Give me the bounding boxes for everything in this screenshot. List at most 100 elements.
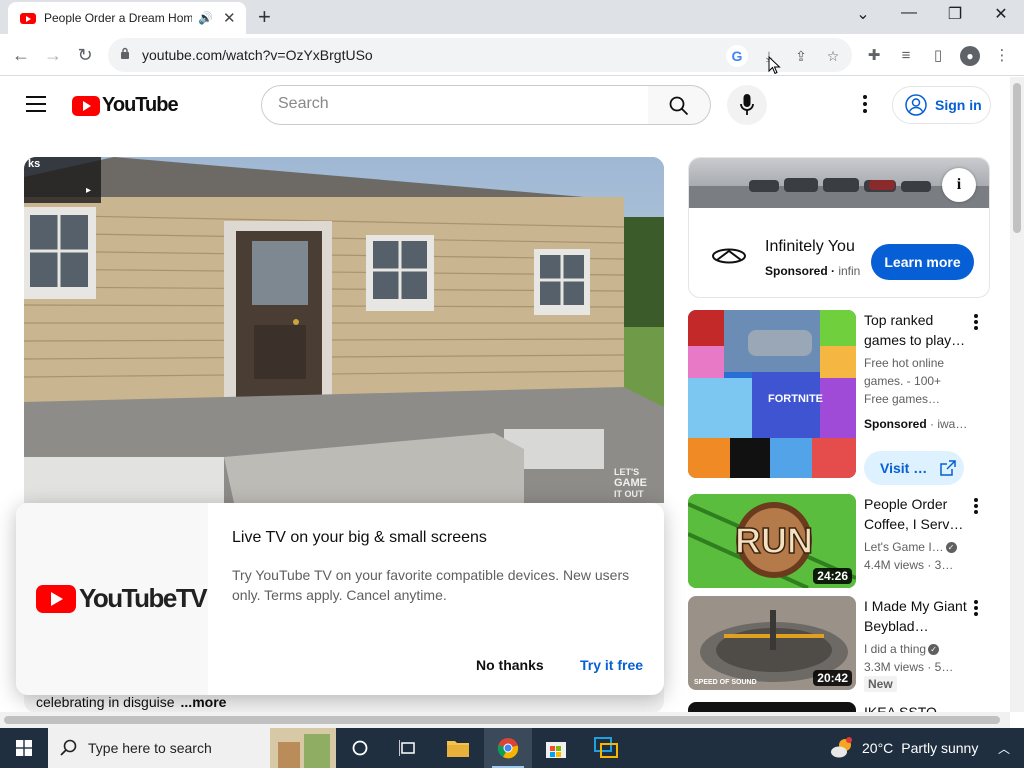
browser-tab[interactable]: People Order a Dream Home 🔊 ✕ [8, 2, 246, 34]
youtube-tv-wordmark: YouTubeTV [79, 583, 208, 613]
profile-avatar-icon[interactable]: ● [960, 46, 980, 66]
restore-button[interactable]: ❐ [935, 4, 975, 24]
sign-in-label: Sign in [935, 97, 982, 113]
learn-more-button[interactable]: Learn more [871, 244, 974, 280]
browser-title-bar: People Order a Dream Home 🔊 ✕ + ⌄ — ❐ ✕ [0, 0, 1024, 34]
tab-search-icon[interactable]: ⌄ [843, 4, 883, 24]
show-hidden-icons-icon[interactable]: ︿ [998, 740, 1010, 757]
horizontal-scrollbar[interactable] [0, 712, 1010, 728]
weather-widget[interactable]: 20°C Partly sunny [830, 728, 978, 768]
bookmark-star-icon[interactable]: ☆ [822, 45, 844, 67]
video-1-channel[interactable]: Let's Game I… [864, 540, 944, 554]
google-translate-icon[interactable]: G [726, 45, 748, 67]
youtube-play-logo-icon [72, 95, 100, 116]
game-ad-title[interactable]: Top ranked games to play… [864, 310, 972, 350]
game-ad-sponsored-label: Sponsored [864, 417, 927, 431]
video-3-title[interactable]: IKEA SSTO [864, 702, 972, 712]
side-panel-icon[interactable]: ▯ [928, 46, 948, 66]
search-input[interactable] [278, 95, 628, 113]
partly-sunny-icon [831, 737, 852, 758]
no-thanks-button[interactable]: No thanks [476, 657, 544, 673]
voice-search-button[interactable] [727, 85, 767, 125]
game-ad-more-icon[interactable] [974, 314, 978, 332]
ad-title[interactable]: Infinitely You [765, 238, 861, 256]
video-1-more-icon[interactable] [974, 498, 978, 516]
svg-text:▸: ▸ [86, 185, 91, 196]
try-it-free-button[interactable]: Try it free [580, 657, 643, 673]
store-bag-icon [546, 742, 566, 758]
chrome-taskbar-button[interactable] [484, 728, 532, 768]
show-more-link[interactable]: ...more [181, 694, 227, 710]
video-2-stats: 3.3M views · 5… [864, 660, 954, 674]
new-badge: New [864, 676, 897, 692]
ad-sponsored-label: Sponsored [765, 264, 828, 278]
youtube-wordmark: YouTube [102, 94, 179, 116]
extensions-puzzle-icon[interactable]: ✚ [864, 46, 884, 66]
address-bar[interactable]: youtube.com/watch?v=OzYxBrgtUSo G ⤓ ⇪ ☆ [108, 38, 852, 72]
file-explorer-button[interactable] [434, 728, 482, 768]
mouse-cursor-icon [768, 56, 781, 75]
reload-button[interactable]: ↻ [72, 42, 98, 68]
svg-text:FORTNITE: FORTNITE [768, 393, 823, 405]
remote-desktop-button[interactable] [582, 728, 630, 768]
video-2-more-icon[interactable] [974, 600, 978, 618]
close-tab-icon[interactable]: ✕ [223, 9, 236, 27]
video-1-thumbnail[interactable]: RUN 24:26 [688, 494, 856, 588]
hamburger-menu-icon[interactable] [26, 96, 46, 112]
windows-taskbar: Type here to search 20°C Partly sunny ︿ [0, 728, 1024, 768]
recommended-video-1[interactable]: RUN 24:26 People Order Coffee, I Serv… L… [688, 494, 990, 588]
game-ad-thumbnail[interactable]: FORTNITE [688, 310, 856, 478]
microsoft-store-button[interactable] [532, 728, 580, 768]
verified-badge-icon: ✓ [945, 542, 957, 554]
start-button[interactable] [0, 728, 48, 768]
weather-condition: Partly sunny [901, 740, 979, 756]
recommended-video-2[interactable]: SPEED OF SOUND 20:42 I Made My Giant Bey… [688, 596, 990, 692]
watermark-line-1: LET'S [614, 467, 639, 477]
taskbar-search-box[interactable]: Type here to search [48, 728, 336, 768]
settings-more-icon[interactable] [862, 95, 868, 115]
back-button[interactable]: ← [8, 42, 34, 68]
ad-advertiser: infin [838, 264, 861, 278]
video-1-title[interactable]: People Order Coffee, I Serv… [864, 494, 972, 534]
account-circle-icon [905, 94, 927, 116]
new-tab-button[interactable]: + [258, 4, 271, 30]
cortana-button[interactable] [336, 728, 384, 768]
video-2-thumbnail[interactable]: SPEED OF SOUND 20:42 [688, 596, 856, 690]
video-2-thumbnail-caption: SPEED OF SOUND [694, 679, 757, 686]
video-2-title[interactable]: I Made My Giant Beyblad… [864, 596, 972, 636]
media-control-icon[interactable]: ≡ [896, 46, 916, 66]
game-ad-advertiser: iwa… [937, 417, 968, 431]
sign-in-button[interactable]: Sign in [892, 86, 991, 124]
sponsored-game-ad[interactable]: FORTNITE Top ranked games to play… Free … [688, 310, 990, 490]
vertical-scrollbar-thumb[interactable] [1013, 83, 1021, 233]
video-3-thumbnail[interactable] [688, 702, 856, 712]
video-1-stats: 4.4M views · 3… [864, 558, 954, 572]
task-view-button[interactable] [384, 728, 432, 768]
video-1-duration: 24:26 [813, 568, 852, 584]
sponsored-ad-card[interactable]: i Infinitely You Sponsored · infin Learn… [688, 157, 990, 298]
video-player[interactable]: ks ▸ LET'S GAME IT OUT [24, 157, 664, 503]
tab-title: People Order a Dream Home [44, 11, 192, 25]
url-text[interactable]: youtube.com/watch?v=OzYxBrgtUSo [142, 47, 373, 63]
game-ad-description: Free hot online games. - 100+ Free games… [864, 356, 945, 406]
taskbar-search-icon [60, 739, 77, 756]
taskbar-search-placeholder[interactable]: Type here to search [88, 740, 212, 756]
browser-menu-icon[interactable]: ⋮ [992, 46, 1012, 66]
windows-logo-icon [16, 740, 32, 756]
horizontal-scrollbar-thumb[interactable] [4, 716, 1000, 724]
vertical-scrollbar[interactable] [1010, 77, 1024, 712]
ad-info-icon[interactable]: i [942, 168, 976, 202]
search-box[interactable] [261, 85, 649, 125]
search-button[interactable] [648, 85, 711, 125]
forward-button[interactable]: → [40, 42, 66, 68]
search-highlight-image [270, 728, 336, 768]
visit-site-button[interactable]: Visit … [864, 451, 964, 485]
video-2-channel[interactable]: I did a thing [864, 642, 926, 656]
audio-playing-icon[interactable]: 🔊 [198, 11, 213, 25]
minimize-button[interactable]: — [889, 4, 929, 22]
recommended-video-3[interactable]: IKEA SSTO [688, 702, 990, 712]
youtube-logo[interactable]: YouTube [72, 94, 179, 117]
share-icon[interactable]: ⇪ [790, 45, 812, 67]
close-window-button[interactable]: ✕ [981, 4, 1021, 24]
lock-icon[interactable] [120, 47, 130, 59]
